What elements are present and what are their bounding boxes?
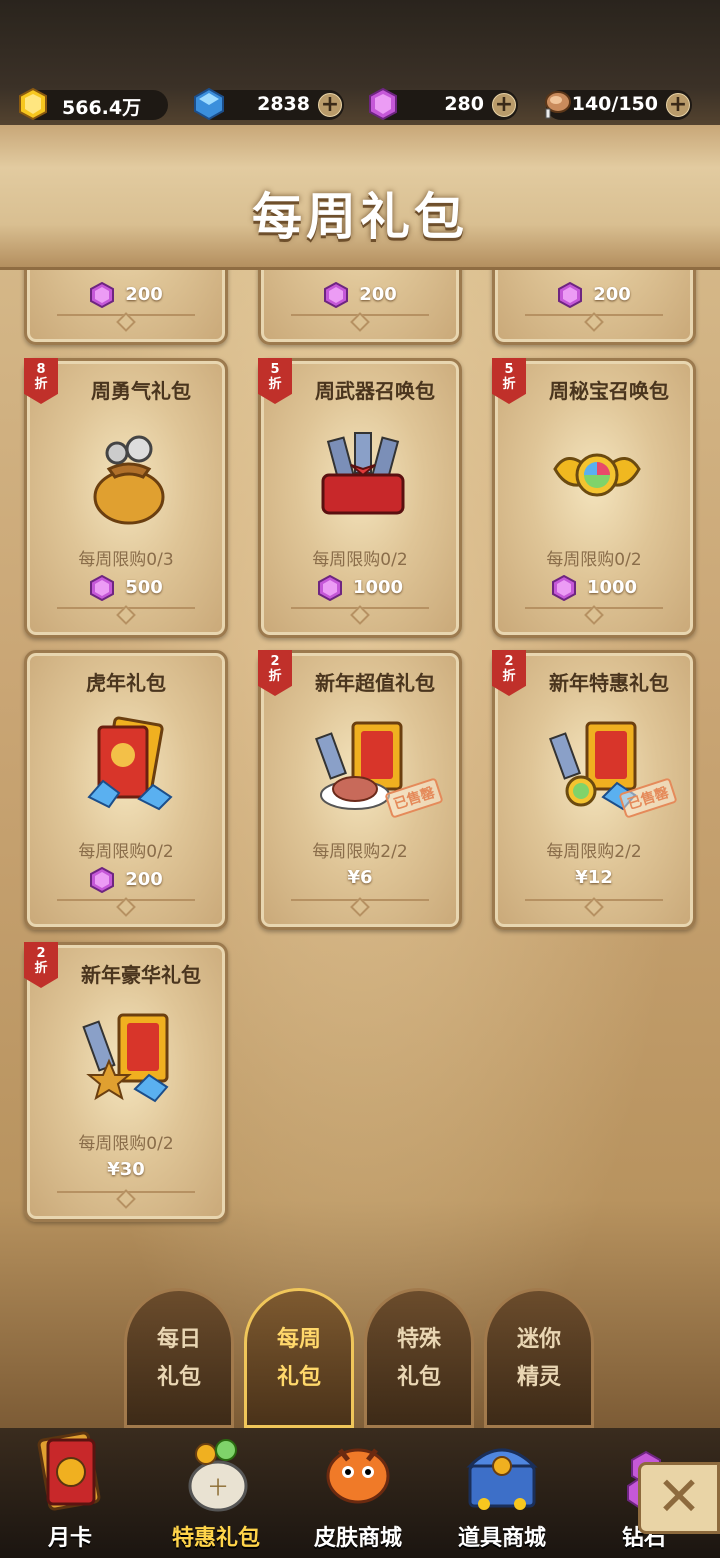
resource-gold: 566.4万 <box>19 87 168 121</box>
card-divider <box>525 607 663 623</box>
bottom-navigation: 月卡 十 特惠礼包 皮肤商城 道具商城 钻石 <box>0 1428 720 1558</box>
stamina-value: 140/150 <box>571 93 658 115</box>
diamond-icon <box>194 87 224 121</box>
card-divider <box>57 1191 195 1207</box>
card-divider <box>291 607 429 623</box>
svg-text:十: 十 <box>209 1478 227 1499</box>
card-price: 200 <box>27 867 225 893</box>
nav-monthly-card[interactable]: 月卡 <box>10 1428 130 1558</box>
gold-icon <box>19 87 47 121</box>
resource-purple-gem: 280 + <box>369 87 518 121</box>
card-price: ¥30 <box>107 1159 145 1180</box>
tab-special-package[interactable]: 特殊 礼包 <box>364 1288 474 1428</box>
package-card-weekly-weapon-summon[interactable]: 5折 周武器召唤包 每周限购0/2 1000 <box>258 358 462 638</box>
package-card-weekly-treasure-summon[interactable]: 5折 周秘宝召唤包 每周限购0/2 1000 <box>492 358 696 638</box>
card-title: 虎年礼包 <box>86 671 166 695</box>
winged-orb-icon <box>553 453 641 497</box>
purple-gem-icon <box>558 282 583 308</box>
card-divider <box>57 607 195 623</box>
card-title: 新年豪华礼包 <box>81 963 201 987</box>
bag-icon <box>93 435 165 525</box>
card-title: 新年超值礼包 <box>315 671 435 695</box>
resource-stamina: 140/150 + <box>545 90 692 120</box>
add-diamond-button[interactable]: + <box>318 93 342 117</box>
package-card-new-year-deluxe[interactable]: 2折 新年豪华礼包 每周限购0/2 ¥30 <box>24 942 228 1222</box>
card-price: 200 <box>495 282 693 308</box>
purple-gem-icon <box>324 282 349 308</box>
card-icon <box>37 1431 101 1511</box>
title-banner: 每周礼包 <box>0 125 720 270</box>
card-divider <box>525 899 663 915</box>
purple-gem-icon <box>317 575 342 601</box>
nav-label: 道具商城 <box>457 1526 546 1551</box>
tab-mini-spirit[interactable]: 迷你 精灵 <box>484 1288 594 1428</box>
close-button[interactable]: ✕ <box>638 1462 720 1534</box>
purchase-limit: 每周限购2/2 <box>312 842 408 862</box>
purple-gem-icon <box>551 575 576 601</box>
nav-item-shop[interactable]: 道具商城 <box>442 1428 562 1558</box>
purchase-limit: 每周限购0/2 <box>78 842 174 862</box>
package-card-partial[interactable]: 200 <box>492 270 696 345</box>
add-purple-gem-button[interactable]: + <box>492 93 516 117</box>
purchase-limit: 每周限购0/2 <box>546 550 642 570</box>
card-title: 周武器召唤包 <box>315 379 435 403</box>
purchase-limit: 每周限购2/2 <box>546 842 642 862</box>
purple-gem-icon <box>90 575 115 601</box>
add-stamina-button[interactable]: + <box>666 93 690 117</box>
gift-sack-icon: 十 <box>188 1439 248 1512</box>
red-envelope-icon <box>87 716 173 811</box>
gold-value: 566.4万 <box>62 97 142 119</box>
card-price: 1000 <box>261 575 459 601</box>
nav-special-offer[interactable]: 十 特惠礼包 <box>156 1428 276 1558</box>
purchase-limit: 每周限购0/3 <box>78 550 174 570</box>
package-card-new-year-special[interactable]: 2折 新年特惠礼包 已售罄 每周限购2/2 ¥12 <box>492 650 696 930</box>
treasure-chest-icon <box>466 1448 538 1510</box>
card-divider <box>525 314 663 330</box>
dragon-icon <box>326 1448 390 1504</box>
meat-icon <box>545 91 571 119</box>
package-card-tiger-year[interactable]: 虎年礼包 每周限购0/2 200 <box>24 650 228 930</box>
nav-skin-shop[interactable]: 皮肤商城 <box>298 1428 418 1558</box>
purple-gem-icon <box>369 87 397 121</box>
card-price: 500 <box>27 575 225 601</box>
card-divider <box>57 314 195 330</box>
card-price: 1000 <box>495 575 693 601</box>
package-card-new-year-value[interactable]: 2折 新年超值礼包 已售罄 每周限购2/2 ¥6 <box>258 650 462 930</box>
envelope-star-icon <box>82 1013 169 1103</box>
purple-gem-value: 280 <box>444 93 484 115</box>
card-title: 周勇气礼包 <box>91 379 191 403</box>
purchase-limit: 每周限购0/2 <box>78 1134 174 1154</box>
card-price: ¥12 <box>575 867 613 888</box>
ticket-box-icon <box>321 432 405 515</box>
card-price: 200 <box>261 282 459 308</box>
card-divider <box>57 899 195 915</box>
resource-diamond: 2838 + <box>194 87 344 121</box>
purple-gem-icon <box>90 282 115 308</box>
package-card-weekly-courage[interactable]: 8折 周勇气礼包 每周限购0/3 500 <box>24 358 228 638</box>
purple-gem-icon <box>90 867 115 893</box>
card-price: ¥6 <box>347 867 373 888</box>
tab-weekly-package[interactable]: 每周 礼包 <box>244 1288 354 1428</box>
page-title: 每周礼包 <box>252 188 468 246</box>
purchase-limit: 每周限购0/2 <box>312 550 408 570</box>
nav-label: 皮肤商城 <box>313 1526 402 1551</box>
package-card-partial[interactable]: 200 <box>24 270 228 345</box>
card-price: 200 <box>27 282 225 308</box>
diamond-value: 2838 <box>257 93 310 115</box>
package-grid[interactable]: 200 200 200 8折 周勇气礼包 每周限购0/3 500 5折 周武器召… <box>0 270 720 1230</box>
nav-label: 特惠礼包 <box>171 1526 260 1551</box>
nav-label: 月卡 <box>47 1526 92 1551</box>
card-title: 新年特惠礼包 <box>549 671 669 695</box>
package-card-partial[interactable]: 200 <box>258 270 462 345</box>
card-divider <box>291 314 429 330</box>
tab-daily-package[interactable]: 每日 礼包 <box>124 1288 234 1428</box>
card-title: 周秘宝召唤包 <box>549 379 669 403</box>
card-divider <box>291 899 429 915</box>
